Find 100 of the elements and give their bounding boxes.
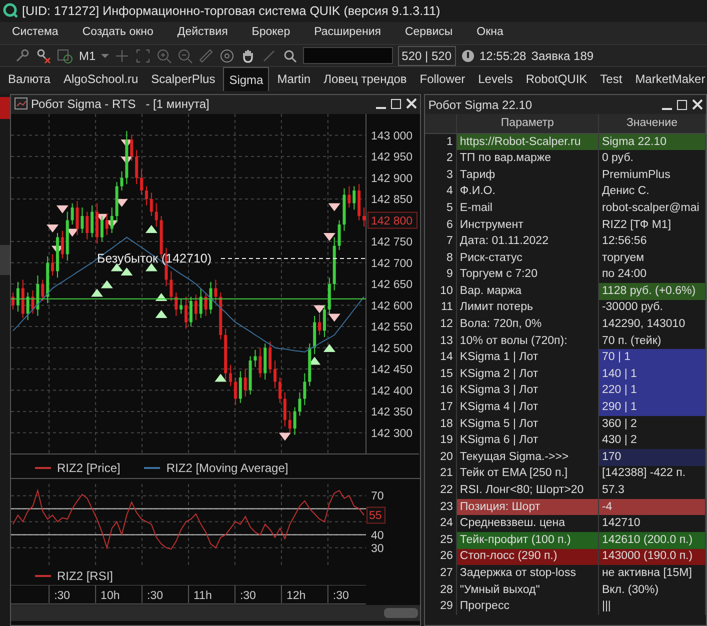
- tab[interactable]: Валюта: [3, 67, 56, 91]
- tab[interactable]: Follower: [414, 67, 470, 91]
- pencil-icon[interactable]: [260, 48, 277, 64]
- legend-label: RIZ2 [RSI]: [57, 568, 114, 585]
- candlestick: [268, 340, 272, 374]
- input-field[interactable]: [302, 47, 393, 64]
- row-number: 1: [425, 134, 456, 150]
- tab[interactable]: MarketMaker: [630, 67, 707, 91]
- table-cell: KSigma 5 | Лот: [456, 416, 598, 432]
- down-triangle-marker: [116, 198, 128, 207]
- window-title: Робот Sigma - RTS - [1 минута]: [31, 96, 210, 114]
- row-number: 17: [425, 399, 456, 416]
- candlestick: [90, 204, 94, 238]
- table-cell: robot-scalper@mai: [598, 200, 706, 217]
- price-axis-label: 143 000: [371, 130, 413, 142]
- zoom-out-icon[interactable]: [176, 48, 193, 64]
- table-cell: ТП по вар.марже: [456, 150, 598, 167]
- zoom-in-icon[interactable]: [156, 48, 172, 64]
- down-triangle-marker: [56, 204, 68, 213]
- rsi-axis-label: 30: [371, 542, 384, 554]
- tab[interactable]: AlgoSchool.ru: [58, 67, 144, 91]
- candlestick: [283, 391, 286, 426]
- ruler-icon[interactable]: [198, 48, 214, 64]
- scroll-thumb[interactable]: [384, 608, 418, 618]
- candlestick: [26, 292, 30, 320]
- row-number: 14: [425, 349, 456, 366]
- candlestick: [278, 376, 282, 404]
- row-number: 26: [425, 548, 456, 566]
- table-cell: KSigma 1 | Лот: [456, 349, 598, 366]
- table-cell: Лимит потерь: [456, 300, 598, 316]
- candlestick: [16, 280, 20, 312]
- price-axis-label: 142 400: [371, 384, 413, 397]
- interval-dropdown[interactable]: M1: [79, 46, 96, 64]
- target-icon[interactable]: [218, 48, 235, 64]
- menu-item[interactable]: Расширения: [302, 24, 393, 42]
- tab[interactable]: Ловец трендов: [318, 67, 412, 91]
- row-number: 3: [425, 166, 456, 184]
- table-cell: 290 | 1: [598, 399, 706, 416]
- tab[interactable]: Test: [595, 67, 628, 91]
- tab[interactable]: RobotQUIK: [520, 67, 592, 91]
- row-number: 19: [425, 432, 456, 450]
- tab[interactable]: ScalperPlus: [146, 67, 220, 91]
- chart-add-icon[interactable]: [56, 48, 74, 64]
- candlestick: [293, 406, 296, 435]
- table-cell: 142290, 143010: [598, 316, 706, 333]
- plus-icon[interactable]: [114, 48, 130, 64]
- rsi-axis-label: 40: [371, 529, 384, 542]
- candlestick: [144, 185, 148, 206]
- candlestick: [318, 312, 322, 336]
- key-cancel-icon[interactable]: [35, 48, 51, 64]
- tab[interactable]: Sigma: [223, 67, 270, 91]
- candlestick: [170, 270, 173, 302]
- table-cell: https://Robot-Scalper.ru: [456, 134, 598, 150]
- price-axis-label: 142 700: [371, 257, 413, 270]
- window-title: Робот Sigma 22.10: [428, 96, 534, 114]
- up-triangle-marker: [308, 356, 321, 364]
- row-number: 20: [425, 449, 456, 466]
- tab[interactable]: Levels: [473, 67, 518, 91]
- legend-label: RIZ2 [Price]: [57, 460, 120, 477]
- menu-item[interactable]: Сервисы: [392, 24, 465, 42]
- up-triangle-marker: [145, 224, 158, 233]
- fullscreen-icon[interactable]: [134, 48, 151, 64]
- column-header[interactable]: Значение: [598, 114, 706, 134]
- table-cell: Прогресс: [456, 598, 598, 615]
- current-price-label: 142 800: [368, 211, 418, 228]
- table-cell: 142610 (200.0 п.): [598, 532, 706, 549]
- candlestick: [70, 202, 74, 225]
- candlestick: [288, 410, 292, 433]
- menu-item[interactable]: Система: [0, 24, 70, 42]
- table-cell: -30000 руб.: [598, 300, 706, 316]
- table-cell: E-mail: [456, 200, 598, 217]
- down-triangle-marker: [323, 232, 336, 241]
- close-icon[interactable]: [691, 96, 703, 112]
- menu-item[interactable]: Действия: [165, 24, 240, 42]
- table-cell: 140 | 1: [598, 366, 706, 383]
- candlestick: [348, 185, 351, 208]
- time-axis-label: :30: [147, 590, 164, 602]
- table-cell: -4: [598, 498, 706, 516]
- table-cell: 70 | 1: [598, 349, 706, 366]
- table-cell: Стоп-лосс (290 п.): [456, 548, 598, 566]
- up-triangle-marker: [155, 292, 168, 301]
- column-header[interactable]: Параметр: [456, 114, 598, 134]
- menu-item[interactable]: Брокер: [240, 24, 302, 42]
- table-cell: 360 | 2: [598, 416, 706, 432]
- table-cell: "Умный выход": [456, 582, 598, 598]
- table-cell: Задержка от stop-loss: [456, 565, 598, 582]
- menu-item[interactable]: Создать окно: [70, 24, 166, 42]
- scroll-bar[interactable]: [11, 604, 420, 621]
- table-cell: RIZ2 [ТФ M1]: [598, 216, 706, 234]
- table-cell: 170: [598, 449, 706, 466]
- search-icon[interactable]: [282, 48, 298, 64]
- candlestick: [154, 202, 158, 227]
- row-number: 5: [425, 200, 456, 217]
- menu-item[interactable]: Окна: [464, 24, 516, 42]
- table-cell: 0 руб.: [598, 150, 706, 167]
- candlestick: [80, 206, 84, 234]
- table-cell: 12:56:56: [598, 233, 706, 250]
- tab[interactable]: Martin: [272, 67, 316, 91]
- key-icon[interactable]: [14, 48, 30, 64]
- candlestick: [150, 192, 153, 216]
